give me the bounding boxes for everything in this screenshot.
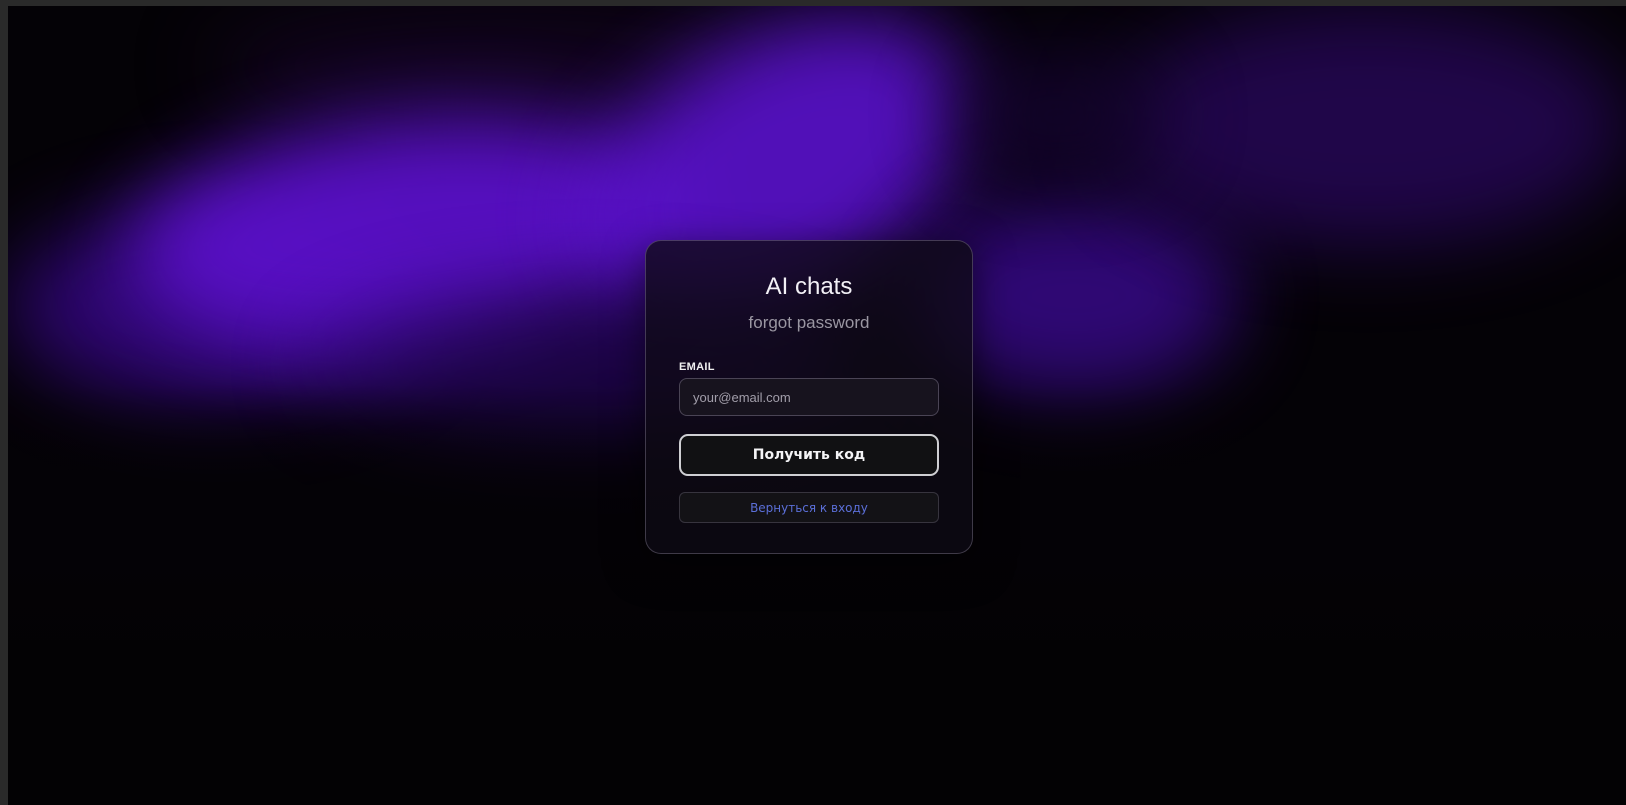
aurora-glow-top-right [1108, 6, 1626, 246]
aurora-dark-gap [948, 46, 1168, 186]
email-label: EMAIL [679, 361, 715, 373]
email-input[interactable] [679, 378, 939, 416]
get-code-button[interactable]: Получить код [679, 434, 939, 476]
app-title: AI chats [765, 273, 853, 300]
forgot-password-card: AI chats forgot password EMAIL Получить … [645, 240, 973, 554]
page-subtitle: forgot password [748, 313, 870, 332]
back-to-login-button[interactable]: Вернуться к входу [679, 492, 939, 523]
